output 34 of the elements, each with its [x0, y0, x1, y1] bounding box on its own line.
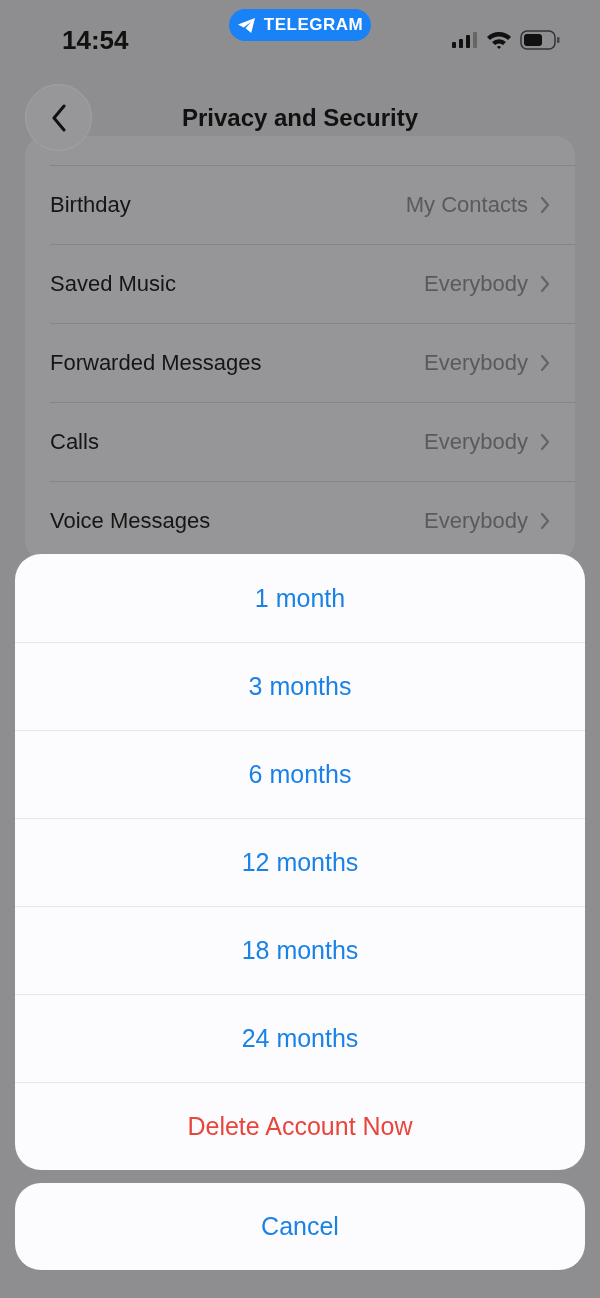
- row-label: Calls: [50, 429, 100, 455]
- chevron-right-icon: [540, 512, 550, 530]
- row-value: My Contacts: [405, 192, 528, 218]
- wifi-icon: [486, 31, 512, 49]
- screen-title: Privacy and Security: [181, 104, 419, 132]
- settings-row[interactable]: Birthday My Contacts: [50, 165, 575, 244]
- row-label: Forwarded Messages: [50, 350, 263, 376]
- chevron-right-icon: [540, 354, 550, 372]
- paper-plane-icon: [236, 16, 256, 34]
- delete-button[interactable]: Delete Account Now: [15, 1082, 585, 1170]
- option-button[interactable]: 24 months: [15, 994, 585, 1082]
- chevron-right-icon: [540, 433, 550, 451]
- option-button[interactable]: 18 months: [15, 906, 585, 994]
- row-value: Everybody: [424, 508, 528, 534]
- chevron-right-icon: [540, 275, 550, 293]
- settings-row[interactable]: Calls Everybody: [50, 402, 575, 481]
- battery-icon: [520, 30, 560, 50]
- settings-row[interactable]: Saved Music Everybody: [50, 244, 575, 323]
- row-value: Everybody: [424, 429, 528, 455]
- row-label: Birthday: [50, 192, 132, 218]
- signal-icon: [452, 32, 478, 48]
- option-button[interactable]: 12 months: [15, 818, 585, 906]
- row-label: Saved Music: [50, 271, 177, 297]
- row-value: Everybody: [424, 271, 528, 297]
- app-pill[interactable]: TELEGRAM: [229, 9, 371, 41]
- option-button[interactable]: 6 months: [15, 730, 585, 818]
- settings-row[interactable]: Forwarded Messages Everybody: [50, 323, 575, 402]
- row-label: Voice Messages: [50, 508, 212, 534]
- row-value: Everybody: [424, 350, 528, 376]
- status-time: 14:54: [62, 24, 129, 56]
- cancel-button[interactable]: Cancel: [15, 1183, 585, 1270]
- chevron-right-icon: [540, 196, 550, 214]
- chevron-left-icon: [50, 103, 67, 132]
- option-button[interactable]: 3 months: [15, 642, 585, 730]
